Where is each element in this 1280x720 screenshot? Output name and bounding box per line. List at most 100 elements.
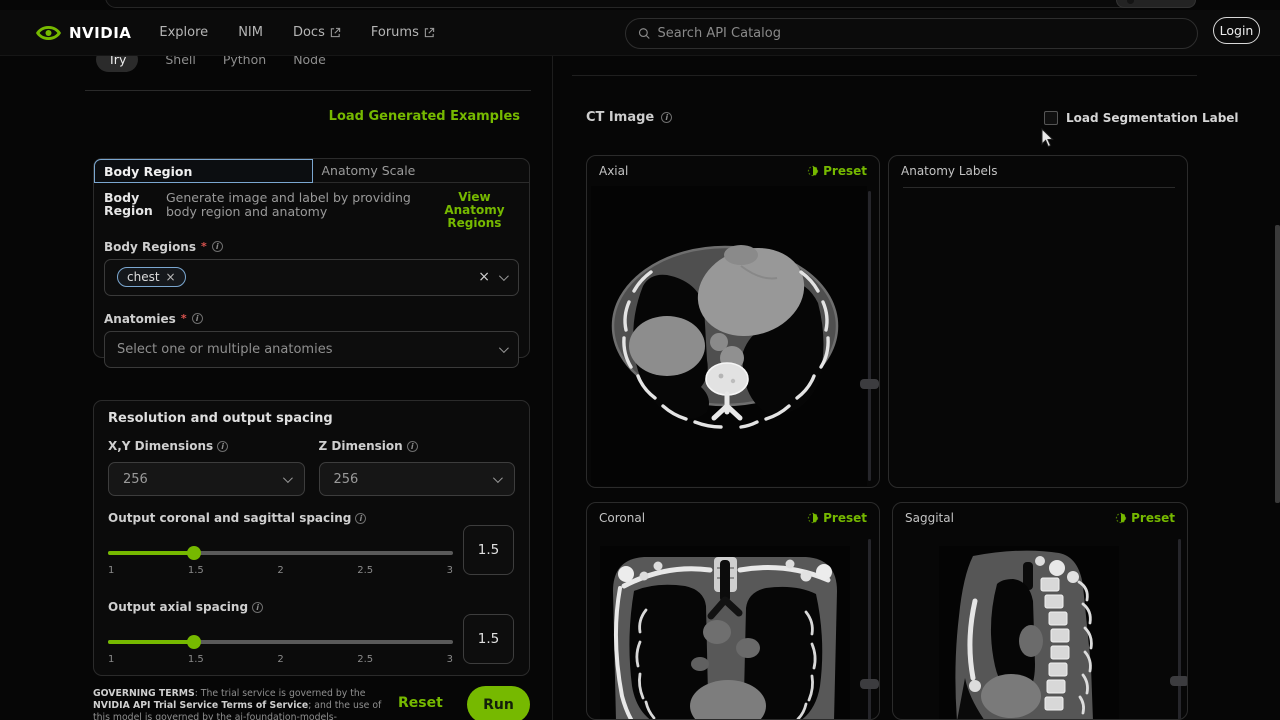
chevron-down-icon xyxy=(493,473,503,483)
coronal-slice-slider[interactable] xyxy=(868,539,871,720)
nav-item-explore[interactable]: Explore xyxy=(159,25,208,40)
resolution-title: Resolution and output spacing xyxy=(108,411,529,426)
xy-dimensions-label: X,Y Dimensionsi xyxy=(108,439,305,453)
anatomies-placeholder: Select one or multiple anatomies xyxy=(117,342,332,357)
mouse-cursor-icon xyxy=(1040,128,1054,148)
saggital-slice-slider[interactable] xyxy=(1178,539,1181,720)
coronal-preset-button[interactable]: Preset xyxy=(807,511,867,525)
brand-wordmark: NVIDIA xyxy=(69,24,131,42)
chevron-down-icon[interactable] xyxy=(499,271,509,281)
slider-track[interactable] xyxy=(108,640,453,644)
saggital-ct-image xyxy=(939,546,1119,720)
saggital-title: Saggital xyxy=(905,511,954,525)
axial-spacing-label: Output axial spacingi xyxy=(108,600,529,614)
xy-dimensions-select[interactable]: 256 xyxy=(108,462,305,496)
scrolled-content-fragment xyxy=(105,0,1133,8)
axial-title: Axial xyxy=(599,164,628,178)
chevron-down-icon xyxy=(282,473,292,483)
nav-item-docs[interactable]: Docs xyxy=(293,25,341,40)
tabs-divider xyxy=(85,90,531,91)
coronal-slice-handle[interactable] xyxy=(860,679,879,689)
external-link-icon xyxy=(424,27,435,38)
z-dimension-select[interactable]: 256 xyxy=(319,462,516,496)
slider-ticks: 11.522.53 xyxy=(108,565,453,576)
info-icon[interactable]: i xyxy=(407,441,418,452)
coronal-sagittal-spacing-label: Output coronal and sagittal spacingi xyxy=(108,511,529,525)
run-button[interactable]: Run xyxy=(467,686,530,720)
info-icon[interactable]: i xyxy=(661,112,672,123)
api-catalog-page: NVIDIA Explore NIM Docs Forums Login Try… xyxy=(0,0,1280,720)
nav-item-forums[interactable]: Forums xyxy=(371,25,435,40)
search-bar[interactable] xyxy=(625,18,1198,49)
slider-fill xyxy=(108,551,194,555)
chest-chip[interactable]: chest × xyxy=(117,267,186,287)
nav-item-nim[interactable]: NIM xyxy=(238,25,263,40)
load-generated-examples-link[interactable]: Load Generated Examples xyxy=(230,109,520,124)
info-icon[interactable]: i xyxy=(252,602,263,613)
info-icon[interactable]: i xyxy=(192,313,203,324)
view-anatomy-regions-link[interactable]: View Anatomy Regions xyxy=(430,191,519,231)
info-icon[interactable]: i xyxy=(212,241,223,252)
saggital-slice-handle[interactable] xyxy=(1170,676,1188,686)
axial-preset-button[interactable]: Preset xyxy=(807,164,867,178)
reset-button[interactable]: Reset xyxy=(398,695,444,711)
login-button[interactable]: Login xyxy=(1213,17,1260,44)
slider-ticks: 11.522.53 xyxy=(108,654,453,665)
scrolled-button-fragment xyxy=(1116,0,1196,8)
preset-contrast-icon xyxy=(807,165,819,177)
nvidia-eye-icon xyxy=(35,24,62,42)
info-icon[interactable]: i xyxy=(217,441,228,452)
axial-value-input[interactable]: 1.5 xyxy=(463,614,514,664)
axial-slice-handle[interactable] xyxy=(860,379,879,389)
fragment-dot xyxy=(1127,0,1134,4)
resolution-card: Resolution and output spacing X,Y Dimens… xyxy=(93,400,530,676)
coronal-panel: Coronal Preset xyxy=(586,502,880,720)
column-divider xyxy=(552,56,553,720)
body-region-card: Body Region Anatomy Scale Body Region Ge… xyxy=(93,158,530,358)
nvidia-logo[interactable]: NVIDIA xyxy=(35,24,131,42)
preset-contrast-icon xyxy=(807,512,819,524)
slider-track[interactable] xyxy=(108,551,453,555)
chip-remove-icon[interactable]: × xyxy=(166,271,176,283)
anatomies-label: Anatomies* i xyxy=(104,312,529,326)
form-section-title: Body Region xyxy=(104,191,156,231)
axial-spacing-slider: 11.522.53 1.5 xyxy=(108,614,515,674)
anatomy-labels-panel: Anatomy Labels xyxy=(888,155,1188,488)
clear-all-icon[interactable]: × xyxy=(478,270,490,284)
form-tab-bar: Body Region Anatomy Scale xyxy=(94,159,529,183)
preset-contrast-icon xyxy=(1115,512,1127,524)
nav-menu: Explore NIM Docs Forums xyxy=(159,25,434,40)
anatomies-select[interactable]: Select one or multiple anatomies xyxy=(104,331,519,368)
slider-thumb[interactable] xyxy=(187,546,201,560)
tab-body-region[interactable]: Body Region xyxy=(94,159,313,183)
anatomy-labels-title: Anatomy Labels xyxy=(901,164,997,178)
checkbox-box[interactable] xyxy=(1044,111,1058,125)
external-link-icon xyxy=(330,27,341,38)
info-icon[interactable]: i xyxy=(355,513,366,524)
axial-slice-slider[interactable] xyxy=(868,191,871,481)
tab-anatomy-scale[interactable]: Anatomy Scale xyxy=(313,159,530,183)
page-scrollbar-thumb[interactable] xyxy=(1275,225,1280,503)
right-header-divider xyxy=(572,75,1197,76)
ct-image-title: CT Imagei xyxy=(586,110,672,125)
form-section-description: Generate image and label by providing bo… xyxy=(166,191,420,231)
body-regions-select[interactable]: chest × × xyxy=(104,259,519,296)
anatomy-labels-divider xyxy=(903,187,1175,188)
saggital-preset-button[interactable]: Preset xyxy=(1115,511,1175,525)
load-segmentation-label-checkbox[interactable]: Load Segmentation Label xyxy=(1044,111,1239,125)
slider-thumb[interactable] xyxy=(187,635,201,649)
search-icon xyxy=(638,27,651,40)
coronal-ct-image xyxy=(600,546,850,720)
saggital-panel: Saggital Preset xyxy=(892,502,1188,720)
search-input[interactable] xyxy=(658,26,1185,41)
body-regions-label: Body Regions* i xyxy=(104,240,529,254)
checkbox-label: Load Segmentation Label xyxy=(1066,111,1239,125)
slider-fill xyxy=(108,640,194,644)
coronal-title: Coronal xyxy=(599,511,645,525)
top-navigation-bar: NVIDIA Explore NIM Docs Forums Login xyxy=(0,10,1280,56)
coronal-sagittal-value-input[interactable]: 1.5 xyxy=(463,525,514,575)
form-header: Body Region Generate image and label by … xyxy=(94,183,529,233)
axial-panel: Axial Preset xyxy=(586,155,880,488)
chevron-down-icon[interactable] xyxy=(499,343,509,353)
coronal-sagittal-slider: 11.522.53 1.5 xyxy=(108,525,515,585)
